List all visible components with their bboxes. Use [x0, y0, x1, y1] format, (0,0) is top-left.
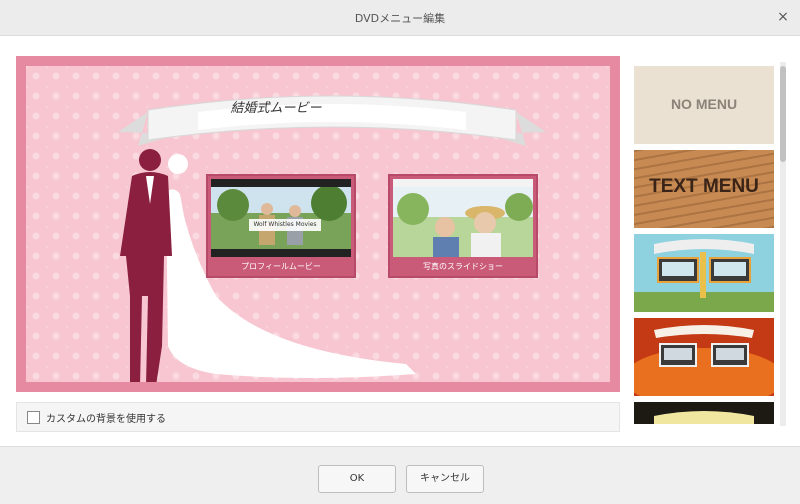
chapter-thumbnail-profile[interactable]: Wolf Whistles Movies プロフィールムービー [206, 174, 356, 278]
close-icon[interactable]: × [774, 8, 792, 26]
template-scrollbar[interactable] [780, 62, 786, 426]
thumbnail-image: Wolf Whistles Movies [211, 179, 351, 257]
template-dark-art [634, 402, 774, 424]
template-cartoon-art [634, 234, 774, 312]
template-dark[interactable] [634, 402, 774, 424]
chapter-label: 写真のスライドショー [423, 262, 503, 271]
template-text-menu[interactable]: TEXT MENU [634, 150, 774, 228]
chapter-label: プロフィールムービー [241, 262, 321, 271]
template-list: NO MENU TEXT MENU [630, 62, 784, 424]
template-fire-art [634, 318, 774, 396]
dialog-body: 結婚式ムービー Wolf Whistles Movies プロフィールムービー … [0, 36, 800, 446]
scrollbar-thumb[interactable] [780, 66, 786, 162]
thumbnail-overlay-text: Wolf Whistles Movies [249, 219, 321, 231]
custom-background-row: カスタムの背景を使用する [16, 402, 620, 432]
preview-background: 結婚式ムービー Wolf Whistles Movies プロフィールムービー … [26, 66, 610, 382]
template-title: TEXT MENU [649, 176, 759, 197]
window-title: DVDメニュー編集 [354, 12, 446, 25]
dialog-footer: OK キャンセル [0, 446, 800, 504]
title-bar: DVDメニュー編集 × [0, 0, 800, 36]
thumbnail-image [393, 179, 533, 257]
template-cartoon[interactable] [634, 234, 774, 312]
ok-button[interactable]: OK [318, 465, 396, 493]
template-no-menu[interactable]: NO MENU [634, 66, 774, 144]
menu-preview: 結婚式ムービー Wolf Whistles Movies プロフィールムービー … [16, 56, 620, 392]
template-fire[interactable] [634, 318, 774, 396]
template-title: NO MENU [670, 96, 738, 112]
custom-background-label: カスタムの背景を使用する [46, 413, 166, 425]
chapter-thumbnail-slideshow[interactable]: 写真のスライドショー [388, 174, 538, 278]
cancel-button[interactable]: キャンセル [406, 465, 484, 493]
preview-title: 結婚式ムービー [230, 101, 322, 116]
custom-background-checkbox[interactable] [27, 410, 40, 424]
